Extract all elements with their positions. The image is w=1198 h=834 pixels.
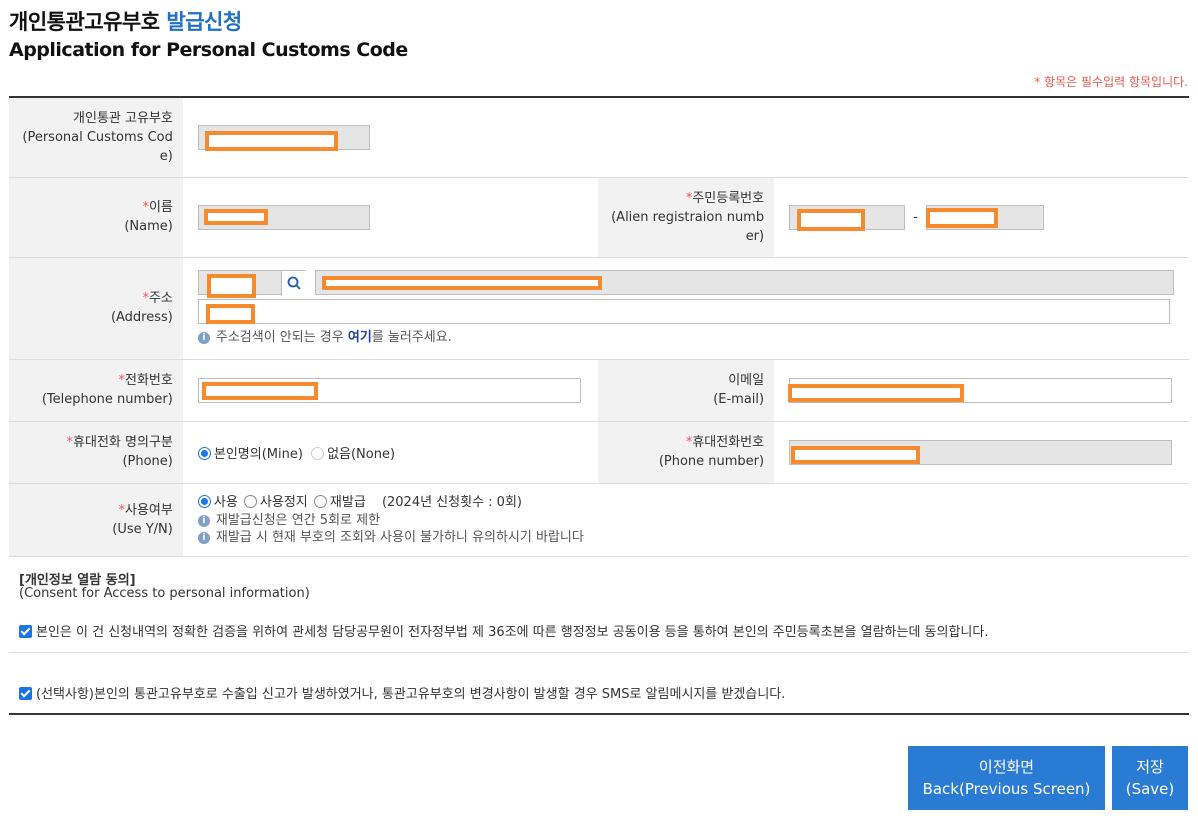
use-option[interactable]: 사용	[197, 494, 238, 510]
reissue-option[interactable]: 재발급	[313, 494, 366, 510]
alien-reg-field-1	[789, 204, 906, 231]
redaction-mark	[322, 276, 602, 290]
address-detail-field[interactable]	[197, 299, 1170, 324]
address-help-link[interactable]: 여기	[348, 330, 372, 345]
phone-owner-none-option[interactable]: 없음(None)	[311, 446, 395, 462]
use-yn-label: *사용여부 (Use Y/N)	[9, 483, 183, 557]
telephone-label: *전화번호 (Telephone number)	[9, 359, 183, 422]
consent-agree[interactable]: 본인은 이 건 신청내역의 정확한 검증을 위하여 관세청 담당공무원이 전자정…	[19, 621, 988, 640]
email-label: 이메일 (E-mail)	[597, 359, 775, 422]
info-icon: i	[197, 531, 210, 544]
back-button[interactable]: 이전화면 Back(Previous Screen)	[908, 746, 1105, 810]
info-icon: i	[197, 332, 210, 344]
search-icon	[287, 276, 301, 290]
mobile-label: *휴대전화번호 (Phone number)	[597, 421, 775, 484]
zipcode-field	[197, 270, 306, 298]
page-title-ko: 개인통관고유부호 발급신청	[9, 6, 242, 36]
radio-disabled	[311, 446, 325, 460]
redaction-mark	[204, 130, 338, 151]
alien-reg-label: *주민등록번호 (Alien registraion numb er)	[597, 177, 775, 258]
radio-selected[interactable]	[197, 446, 211, 460]
radio-unselected[interactable]	[243, 494, 257, 508]
redaction-mark	[797, 208, 866, 231]
consent-subtitle: (Consent for Access to personal informat…	[19, 586, 310, 601]
phone-owner-mine-option[interactable]: 본인명의(Mine)	[197, 446, 303, 462]
name-field	[197, 204, 370, 230]
save-button[interactable]: 저장 (Save)	[1112, 746, 1188, 810]
redaction-mark	[788, 383, 965, 402]
page-title-ko-highlight: 발급신청	[166, 10, 242, 34]
sms-consent[interactable]: (선택사항)본인의 통관고유부호로 수출입 신고가 발생하였거나, 통관고유부호…	[19, 683, 785, 702]
email-field[interactable]	[788, 377, 1173, 403]
required-note: * 항목은 필수입력 항목입니다.	[1034, 75, 1188, 89]
redaction-mark	[205, 304, 255, 324]
address-hint: i 주소검색이 안되는 경우 여기를 눌러주세요.	[197, 329, 1174, 346]
reissue-count: (2024년 신청횟수 : 0회)	[381, 494, 522, 510]
reissue-note-2: i 재발급 시 현재 부호의 조회와 사용이 불가하니 유의하시기 바랍니다	[197, 529, 1174, 546]
sms-checkbox[interactable]	[19, 687, 32, 700]
customs-code-label: 개인통관 고유부호 (Personal Customs Cod e)	[9, 97, 183, 178]
alien-reg-dash: -	[913, 209, 918, 225]
redaction-mark	[206, 274, 256, 298]
mobile-field	[789, 439, 1173, 465]
customs-code-field	[197, 124, 370, 151]
address-label: *주소 (Address)	[9, 257, 183, 360]
redaction-mark	[926, 207, 999, 228]
suspend-option[interactable]: 사용정지	[243, 494, 308, 510]
consent-checkbox[interactable]	[19, 625, 32, 638]
telephone-field[interactable]	[197, 377, 581, 403]
redaction-mark	[203, 208, 268, 225]
phone-owner-label: *휴대전화 명의구분 (Phone)	[9, 421, 183, 484]
name-label: *이름 (Name)	[9, 177, 183, 258]
address-search-button[interactable]	[280, 271, 306, 296]
form-bottom-border	[9, 713, 1189, 715]
application-form: 개인통관 고유부호 (Personal Customs Cod e) *이름 (…	[9, 96, 1189, 557]
reissue-note-1: i 재발급신청은 연간 5회로 제한	[197, 512, 1174, 529]
info-icon: i	[197, 514, 210, 527]
radio-unselected[interactable]	[313, 494, 327, 508]
radio-selected[interactable]	[197, 494, 211, 508]
alien-reg-field-2	[926, 204, 1045, 230]
redaction-mark	[791, 445, 921, 464]
redaction-mark	[201, 381, 318, 400]
page-title-ko-main: 개인통관고유부호	[9, 10, 160, 34]
divider	[9, 652, 1189, 653]
page-title-en: Application for Personal Customs Code	[9, 39, 408, 61]
address-main-field	[315, 270, 1174, 295]
